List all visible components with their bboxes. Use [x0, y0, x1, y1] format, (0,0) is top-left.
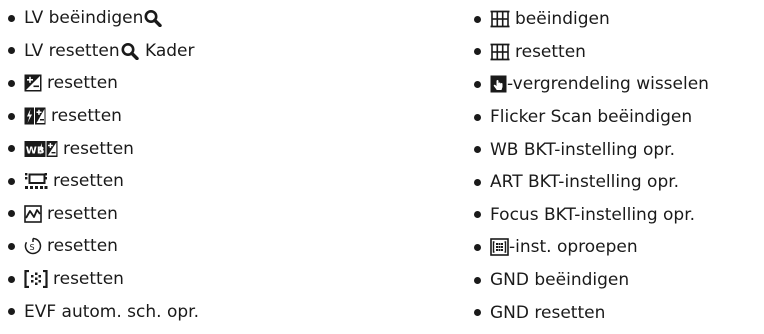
item-text: -inst. oproepen	[509, 237, 638, 258]
grid-icon	[490, 43, 510, 61]
item-text: GND resetten	[490, 302, 606, 323]
item-text: Focus BKT-instelling opr.	[490, 204, 696, 225]
bullet	[8, 79, 15, 87]
list-item: resetten	[8, 263, 199, 296]
item-text: resetten	[47, 236, 118, 257]
list-item: ART BKT-instelling opr.	[474, 166, 709, 199]
bullet	[474, 15, 481, 23]
list-item: Flicker Scan beëindigen	[474, 101, 709, 134]
list-item: EVF autom. sch. opr.	[8, 295, 199, 328]
list-item: resetten	[8, 198, 199, 231]
item-text: resetten	[47, 73, 118, 94]
touch-lock-icon	[490, 75, 507, 93]
item-text: ART BKT-instelling opr.	[490, 172, 680, 193]
item-text: -vergrendeling wisselen	[507, 74, 709, 95]
list-item: -inst. oproepen	[474, 231, 709, 264]
list-item: WB BKT-instelling opr.	[474, 133, 709, 166]
bullet	[8, 210, 15, 218]
item-text: beëindigen	[515, 9, 610, 30]
item-text: Flicker Scan beëindigen	[490, 107, 693, 128]
list-item: resetten	[8, 165, 199, 198]
white-balance-compensation-icon: WB	[24, 140, 58, 158]
right-column: beëindigen resetten -vergrendeling wisse…	[474, 0, 709, 329]
flash-exposure-compensation-icon	[24, 107, 46, 125]
list-item: resetten	[8, 67, 199, 100]
item-text: resetten	[515, 41, 586, 62]
list-item: LV resetten Kader	[8, 35, 199, 68]
af-frame-icon	[490, 238, 509, 257]
item-text: resetten	[51, 106, 122, 127]
grid-icon	[490, 10, 510, 28]
bullet	[474, 276, 481, 284]
bullet	[8, 145, 15, 153]
bullet	[8, 112, 15, 120]
list-item: resetten	[474, 36, 709, 69]
tone-curve-icon	[24, 205, 42, 223]
item-text: resetten	[47, 203, 118, 224]
af-target-icon	[24, 270, 48, 289]
bullet	[474, 243, 481, 251]
magnify-icon	[143, 9, 163, 28]
bullet	[474, 309, 481, 317]
bullet	[8, 177, 15, 185]
list-item: Focus BKT-instelling opr.	[474, 199, 709, 232]
list-item: GND resetten	[474, 296, 709, 329]
item-text: EVF autom. sch. opr.	[24, 301, 199, 322]
drive-mode-icon	[24, 172, 48, 190]
bullet	[474, 48, 481, 56]
item-text: resetten	[53, 171, 124, 192]
item-text-suffix: Kader	[139, 40, 195, 61]
list-item: LV beëindigen	[8, 2, 199, 35]
list-item: resetten	[8, 100, 199, 133]
item-text: GND beëindigen	[490, 270, 630, 291]
bullet	[8, 14, 15, 22]
item-text: LV resetten	[24, 40, 120, 61]
list-item: -vergrendeling wisselen	[474, 68, 709, 101]
list-item: S resetten	[8, 230, 199, 263]
bullet	[8, 275, 15, 283]
svg-text:S: S	[30, 243, 35, 252]
bullet	[474, 80, 481, 88]
list-item: GND beëindigen	[474, 264, 709, 297]
bullet	[8, 242, 15, 250]
item-text: resetten	[53, 269, 124, 290]
self-timer-icon: S	[24, 237, 42, 255]
bullet	[474, 211, 481, 219]
bullet	[8, 47, 15, 55]
left-column: LV beëindigen LV resetten Kader resetten…	[8, 0, 199, 328]
item-text: WB BKT-instelling opr.	[490, 139, 675, 160]
item-text: resetten	[63, 138, 134, 159]
bullet	[474, 113, 481, 121]
magnify-icon	[120, 42, 140, 60]
exposure-compensation-icon	[24, 74, 42, 92]
item-text: LV beëindigen	[24, 8, 144, 29]
bullet	[474, 146, 481, 154]
list-item: WB resetten	[8, 132, 199, 165]
bullet	[8, 308, 15, 316]
bullet	[474, 178, 481, 186]
list-item: beëindigen	[474, 3, 709, 36]
